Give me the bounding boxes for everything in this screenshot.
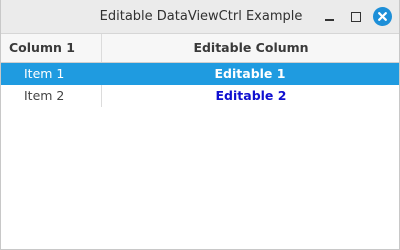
row-cell-column-1[interactable]: Item 1 [1, 63, 101, 85]
column-header-1[interactable]: Column 1 [1, 34, 101, 62]
table-header: Column 1 Editable Column [1, 34, 399, 63]
close-icon[interactable] [373, 7, 392, 26]
row-cell-editable[interactable]: Editable 2 [101, 85, 400, 107]
table-row[interactable]: Item 1 Editable 1 [1, 63, 399, 85]
row-cell-editable[interactable]: Editable 1 [101, 63, 399, 85]
column-header-editable[interactable]: Editable Column [101, 34, 400, 62]
title-bar[interactable]: Editable DataViewCtrl Example [1, 0, 399, 34]
minimize-icon[interactable] [320, 8, 338, 26]
window-title: Editable DataViewCtrl Example [99, 9, 303, 24]
table-row[interactable]: Item 2 Editable 2 [1, 85, 399, 107]
app-window: Editable DataViewCtrl Example Column 1 E… [0, 0, 400, 250]
maximize-icon[interactable] [347, 8, 365, 26]
row-cell-column-1[interactable]: Item 2 [1, 85, 101, 107]
